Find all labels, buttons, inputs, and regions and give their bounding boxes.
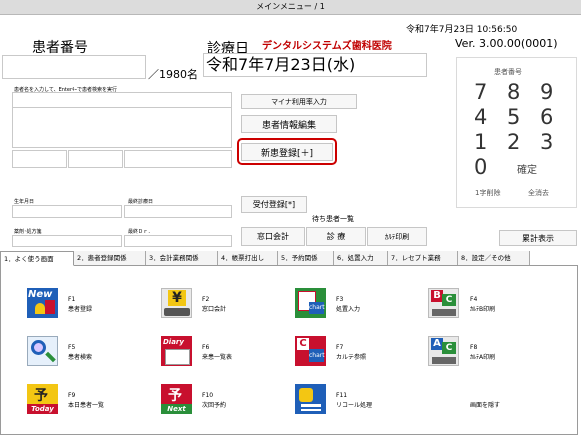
f1-label: 患者登録: [68, 306, 93, 313]
edit-patient-button[interactable]: 患者情報編集: [241, 115, 337, 133]
f1-key: F1: [68, 296, 76, 303]
new-patient-button[interactable]: 新患登録[＋]: [241, 143, 333, 161]
f8-label: ｶﾙﾃA印刷: [470, 354, 496, 361]
drug-allergy-label: 薬剤･処方箋: [14, 229, 42, 235]
patient-number-input[interactable]: [2, 55, 146, 79]
f9-label: 本日患者一覧: [68, 402, 105, 409]
f5-label: 患者検索: [68, 354, 93, 361]
treatment-button[interactable]: 診 療: [306, 227, 366, 246]
chart-edit-icon: chart: [295, 288, 326, 318]
key-8[interactable]: 8: [507, 80, 520, 104]
tab-frequent[interactable]: 1．よく使う画面: [0, 251, 74, 266]
function-tabs: 1．よく使う画面 2．患者登録関係 3．会計業務関係 4．帳票打出し 5．予約関…: [0, 251, 578, 266]
diary-icon: Diary: [161, 336, 192, 366]
my-number-button[interactable]: マイナ利用率入力: [241, 94, 357, 109]
last-visit-field: [124, 205, 232, 218]
key-3[interactable]: 3: [540, 130, 553, 154]
today-icon: 予 Today: [27, 384, 58, 414]
magnifier-icon: [27, 336, 58, 366]
window-title: メインメニュー / 1: [256, 2, 325, 11]
tab-appointments[interactable]: 5．予約関係: [278, 251, 334, 265]
last-visit-label: 最終診療日: [128, 199, 154, 205]
clinic-accounting-button[interactable]: 窓口会計: [241, 227, 305, 246]
f9-key: F9: [68, 392, 76, 399]
last-doctor-field: [124, 235, 232, 247]
patient-info-area: [12, 108, 232, 148]
f5-key: F5: [68, 344, 76, 351]
chart-b-print-icon: B C: [428, 288, 459, 318]
key-6[interactable]: 6: [540, 105, 553, 129]
f11-label: リコール処理: [336, 402, 373, 409]
recall-icon: [295, 384, 326, 414]
next-appointment-icon: 予 Next: [161, 384, 192, 414]
f4-key: F4: [470, 296, 478, 303]
confirm-key[interactable]: 確定: [517, 161, 537, 176]
f3-label: 処置入力: [336, 306, 361, 313]
birthdate-label: 生年月日: [14, 199, 35, 205]
chart-a-print-icon: A C: [428, 336, 459, 366]
f3-key: F3: [336, 296, 344, 303]
f2-key: F2: [202, 296, 210, 303]
chart-print-button[interactable]: ｶﾙﾃ印刷: [367, 227, 427, 246]
f7-label: カルテ参照: [336, 354, 367, 361]
delete-one-key[interactable]: 1字削除: [475, 188, 500, 198]
tab-patient-registration[interactable]: 2．患者登録関係: [74, 251, 146, 265]
date-time: 令和7年7月23日 10:56:50: [406, 25, 518, 35]
f4-label: ｶﾙﾃB印刷: [470, 306, 496, 313]
drug-allergy-field: [12, 235, 122, 247]
f11-key: F11: [336, 392, 348, 399]
clear-all-key[interactable]: 全消去: [528, 188, 549, 198]
new-patient-icon: New: [27, 288, 58, 318]
key-4[interactable]: 4: [474, 105, 487, 129]
key-9[interactable]: 9: [540, 80, 553, 104]
receipt-display-button[interactable]: 累計表示: [499, 230, 577, 246]
last-doctor-label: 最終Ｄｒ．: [128, 229, 154, 235]
f10-key: F10: [202, 392, 214, 399]
key-5[interactable]: 5: [507, 105, 520, 129]
tab-settings[interactable]: 8．設定／その他: [458, 251, 530, 265]
visit-date-field[interactable]: 令和7年7月23日(水): [203, 53, 427, 77]
key-0[interactable]: 0: [474, 155, 487, 179]
f6-key: F6: [202, 344, 210, 351]
patient-number-label: 患者番号: [32, 40, 88, 56]
birthdate-field: [12, 205, 122, 218]
tab-forms[interactable]: 4．帳票打出し: [218, 251, 278, 265]
reception-button[interactable]: 受付登録[*]: [241, 196, 307, 213]
key-2[interactable]: 2: [507, 130, 520, 154]
f10-label: 次回予約: [202, 402, 227, 409]
info-cell-3: [124, 150, 232, 168]
info-cell-1: [12, 150, 67, 168]
tab-treatment-input[interactable]: 6．処置入力: [334, 251, 388, 265]
chart-reference-icon: C chart: [295, 336, 326, 366]
patient-count: ／1980名: [148, 68, 198, 81]
window-title-bar: メインメニュー / 1: [0, 0, 581, 15]
hide-screen-button[interactable]: 画面を隠す: [470, 401, 500, 411]
f7-key: F7: [336, 344, 344, 351]
clinic-name: デンタルシステムズ歯科医院: [262, 41, 392, 52]
function-panel: New F1 患者登録 ¥ F2 窓口会計 chart F3 処置入力 B C F4 ｶ…: [0, 265, 578, 435]
f6-label: 来患一覧表: [202, 354, 233, 361]
key-1[interactable]: 1: [474, 130, 487, 154]
version-label: Ver. 3.00.00(0001): [455, 37, 558, 50]
yen-register-icon: ¥: [161, 288, 192, 318]
tab-receipt[interactable]: 7．レセプト業務: [388, 251, 458, 265]
f2-label: 窓口会計: [202, 306, 227, 313]
waiting-list-label: 待ち患者一覧: [312, 215, 354, 223]
keypad-title: 患者番号: [494, 68, 522, 76]
patient-name-search-input[interactable]: [12, 92, 232, 108]
key-7[interactable]: 7: [474, 80, 487, 104]
f8-key: F8: [470, 344, 478, 351]
info-cell-2: [68, 150, 123, 168]
tab-accounting[interactable]: 3．会計業務関係: [146, 251, 218, 265]
